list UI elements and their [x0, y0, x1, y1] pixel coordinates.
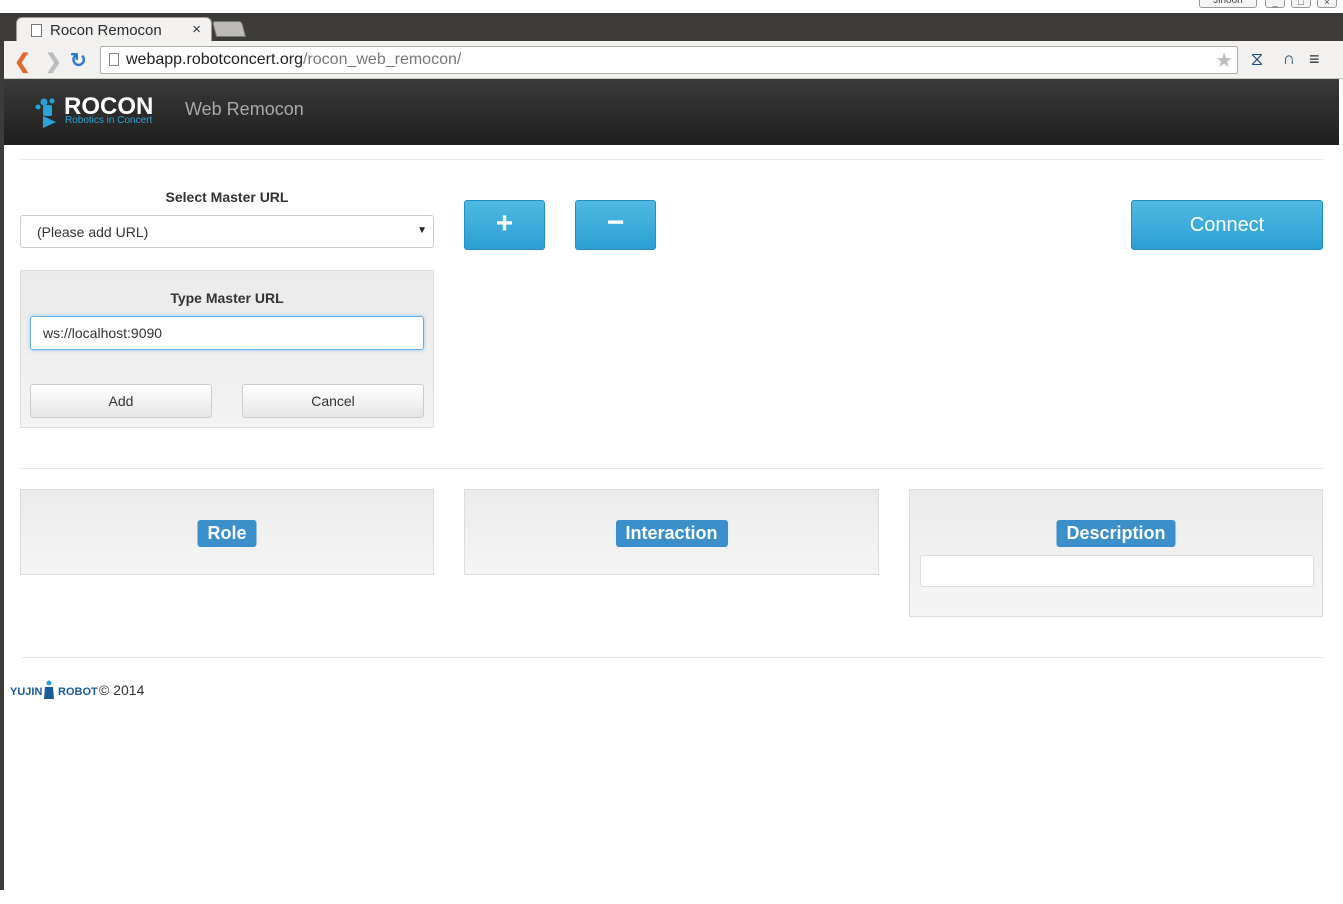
browser-toolbar: ❮ ❯ ↻ webapp.robotconcert.org/rocon_web_… [4, 41, 1343, 79]
caret-down-icon: ▼ [417, 225, 427, 236]
address-bar[interactable]: webapp.robotconcert.org/rocon_web_remoco… [100, 46, 1238, 74]
page-icon [109, 53, 119, 66]
yujin-robot-logo: YUJIN ROBOT [10, 680, 98, 702]
copyright-text: © 2014 [99, 682, 145, 698]
extension-ros-icon[interactable]: ⧖ [1247, 49, 1267, 69]
menu-icon[interactable]: ≡ [1309, 49, 1320, 70]
description-field [920, 555, 1314, 587]
back-icon[interactable]: ❮ [14, 49, 31, 74]
page-icon [31, 24, 42, 37]
new-tab-button[interactable] [211, 21, 247, 37]
logo-yujin-text: YUJIN [10, 686, 43, 698]
browser-tab[interactable]: Rocon Remocon × [16, 17, 212, 43]
yujin-robot-icon [44, 680, 54, 699]
role-badge: Role [197, 520, 257, 547]
type-master-url-label: Type Master URL [170, 290, 284, 306]
rocon-logo-icon [35, 98, 56, 128]
app-title[interactable]: Web Remocon [185, 99, 304, 120]
divider [20, 657, 1323, 658]
divider [20, 159, 1323, 160]
browser-chrome: Rocon Remocon × ❮ ❯ ↻ webapp.robotconcer… [4, 13, 1343, 79]
screen: Rocon Remocon × ❮ ❯ ↻ webapp.robotconcer… [0, 0, 1343, 904]
tab-close-icon[interactable]: × [192, 21, 201, 38]
minimize-icon[interactable]: _ [1265, 0, 1285, 8]
description-badge: Description [1056, 520, 1176, 547]
app-header: ROCON Robotics in Concert Web Remocon [4, 79, 1339, 145]
maximize-icon[interactable]: □ [1291, 0, 1311, 8]
interaction-badge: Interaction [615, 520, 728, 547]
reload-icon[interactable]: ↻ [70, 48, 87, 73]
master-url-select[interactable]: (Please add URL) ▼ [20, 215, 434, 248]
url-path: /rocon_web_remocon/ [303, 51, 462, 68]
role-panel: Role [20, 489, 434, 575]
url-text: webapp.robotconcert.org/rocon_web_remoco… [126, 51, 461, 69]
remove-url-button[interactable]: − [575, 200, 656, 250]
add-url-button[interactable]: + [464, 200, 545, 250]
type-master-url-panel: Type Master URL ws://localhost:9090 Add … [20, 270, 434, 428]
forward-icon[interactable]: ❯ [45, 49, 62, 74]
bottom-strip [0, 890, 1343, 904]
select-master-url-label: Select Master URL [165, 189, 289, 205]
select-value: (Please add URL) [37, 224, 149, 240]
add-button[interactable]: Add [30, 384, 212, 418]
cancel-button[interactable]: Cancel [242, 384, 424, 418]
master-url-input[interactable]: ws://localhost:9090 [30, 316, 424, 350]
bookmark-star-icon[interactable]: ★ [1215, 48, 1233, 73]
tab-title: Rocon Remocon [50, 22, 162, 39]
interaction-panel: Interaction [464, 489, 879, 575]
window-user-label: Jihoon [1199, 0, 1257, 8]
close-window-icon[interactable]: × [1317, 0, 1337, 8]
description-panel: Description [909, 489, 1323, 617]
extension-headphones-icon[interactable]: ∩ [1279, 49, 1299, 69]
logo-subtitle: Robotics in Concert [65, 115, 153, 126]
rocon-logo[interactable]: ROCON Robotics in Concert [34, 93, 164, 129]
os-top-bar [0, 0, 1343, 13]
divider [20, 468, 1323, 469]
connect-button[interactable]: Connect [1131, 200, 1323, 250]
url-host: webapp.robotconcert.org [126, 51, 303, 68]
logo-robot-text: ROBOT [58, 686, 98, 698]
tab-strip: Rocon Remocon × [4, 13, 1343, 43]
